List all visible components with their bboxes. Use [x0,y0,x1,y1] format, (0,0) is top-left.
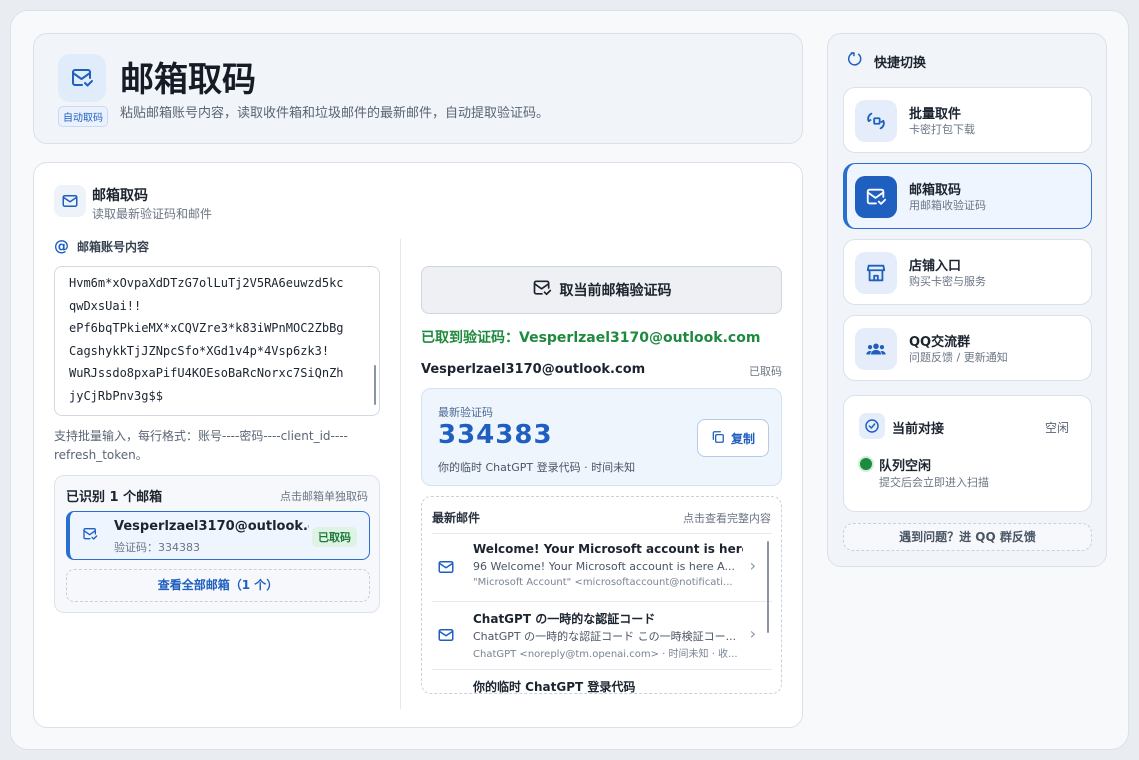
input-hint: 支持批量输入，每行格式：账号----密码----client_id----ref… [54,429,348,462]
mail-check-icon [855,176,897,218]
copy-icon [711,430,725,447]
section-title: 邮箱取码 [92,188,148,204]
input-label: 邮箱账号内容 [77,239,150,254]
sidebar-item-qq-group[interactable]: QQ交流群 问题反馈 / 更新通知 [843,315,1092,381]
mail-icon [54,185,86,217]
store-icon [855,252,897,294]
mail-list-item[interactable]: ChatGPT の一時的な認証コード ChatGPT の一時的な認証コード この… [432,601,772,669]
chevron-right-icon: › [749,624,756,643]
get-code-label: 取当前邮箱验证码 [559,283,672,299]
check-circle-icon [859,413,885,439]
recognized-hint-link: 点击邮箱单独取码 [280,490,368,503]
recognized-mail-item[interactable]: Vesperlzael3170@outlook.com 验证码：334383 已… [66,511,370,560]
quick-switch-sidebar: 快捷切换 批量取件 卡密打包下载 邮箱取码 用邮箱收验证码 店铺入口 购买卡密与… [827,33,1107,567]
mail-from: ChatGPT <noreply@tm.openai.com> · 时间未知 ·… [473,649,738,660]
mail-list-item[interactable]: Welcome! Your Microsoft account is here … [432,533,772,601]
textarea-line: WuRJssdo8pxaPifU4KOEsoBaRcNorxc7SiQnZh [69,366,344,380]
section-subtitle: 读取最新验证码和邮件 [92,207,213,221]
textarea-line: ePf6bqTPkieMX*xCQVZre3*k83iWPnMOC2ZbBg [69,321,344,335]
mail-subject: Welcome! Your Microsoft account is here [473,542,743,556]
page-header: 自动取码 邮箱取码 粘贴邮箱账号内容，读取收件箱和垃圾邮件的最新邮件，自动提取验… [33,33,803,144]
mail-check-icon [82,526,98,546]
sidebar-item-title: QQ交流群 [909,335,971,350]
textarea-line: CagshykkTjJZNpcSfo*XGd1v4p*4Vsp6zk3! [69,343,330,358]
status-dot-icon [858,456,874,472]
queue-status: 队列空闲 [879,459,932,474]
code-description: 你的临时 ChatGPT 登录代码 · 时间未知 [438,461,636,474]
input-label-row: @ 邮箱账号内容 [54,237,149,255]
sidebar-item-mail-code[interactable]: 邮箱取码 用邮箱收验证码 [843,163,1092,229]
textarea-line: Hvm6m*xOvpaXdDTzG7olLuTj2V5RA6euwzd5kc [69,276,344,290]
swap-icon [855,100,897,142]
recognized-panel: 已识别 1 个邮箱 点击邮箱单独取码 Vesperlzael3170@outlo… [54,475,380,613]
sidebar-item-batch-fetch[interactable]: 批量取件 卡密打包下载 [843,87,1092,153]
sidebar-item-title: 批量取件 [909,107,962,122]
sidebar-item-subtitle: 问题反馈 / 更新通知 [909,351,1008,364]
connection-status-card: 当前对接 空闲 队列空闲 提交后会立即进入扫描 [843,395,1092,512]
mail-icon [437,558,455,580]
mail-subject: 你的临时 ChatGPT 登录代码 [473,680,636,694]
recognized-code: 验证码：334383 [114,541,200,554]
refresh-icon [847,50,864,72]
group-icon [855,328,897,370]
latest-mails-title: 最新邮件 [432,511,481,525]
mail-check-icon [532,278,552,302]
sidebar-item-title: 邮箱取码 [909,183,962,198]
sidebar-item-subtitle: 购买卡密与服务 [909,275,986,288]
sidebar-header: 快捷切换 [847,50,927,72]
status-badge: 已取码 [312,527,357,547]
auto-code-badge: 自动取码 [58,106,108,127]
chevron-right-icon: › [749,556,756,575]
feedback-link[interactable]: 遇到问题？进 QQ 群反馈 [843,523,1092,551]
mail-check-icon [58,54,106,102]
success-message: 已取到验证码：Vesperlzael3170@outlook.com [421,330,761,346]
get-code-button[interactable]: 取当前邮箱验证码 [421,266,782,314]
current-status: 已取码 [749,365,782,378]
sidebar-title: 快捷切换 [874,55,927,71]
mail-from: "Microsoft Account" <microsoftaccount@no… [473,577,733,588]
mail-preview: 96 Welcome! Your Microsoft account is he… [473,560,735,573]
textarea-line: qwDxsUai!! [69,298,142,313]
status-title: 当前对接 [892,422,945,437]
recognized-title: 已识别 1 个邮箱 [66,490,163,505]
sidebar-item-title: 店铺入口 [909,259,962,274]
page-subtitle: 粘贴邮箱账号内容，读取收件箱和垃圾邮件的最新邮件，自动提取验证码。 [120,106,550,121]
latest-mails-panel: 最新邮件 点击查看完整内容 Welcome! Your Microsoft ac… [421,496,782,694]
queue-description: 提交后会立即进入扫描 [879,476,989,489]
textarea-scrollbar[interactable] [374,365,376,405]
account-textarea[interactable]: Hvm6m*xOvpaXdDTzG7olLuTj2V5RA6euwzd5kc q… [54,266,380,416]
sidebar-item-store[interactable]: 店铺入口 购买卡密与服务 [843,239,1092,305]
mail-subject: ChatGPT の一時的な認証コード [473,612,656,626]
verification-code: 334383 [438,420,553,450]
code-panel: 最新验证码 334383 你的临时 ChatGPT 登录代码 · 时间未知 复制 [421,388,782,486]
sidebar-item-subtitle: 用邮箱收验证码 [909,199,986,212]
copy-label: 复制 [730,431,755,446]
main-panel: 邮箱取码 读取最新验证码和邮件 @ 邮箱账号内容 Hvm6m*xOvpaXdDT… [33,162,803,728]
copy-button[interactable]: 复制 [697,419,769,457]
at-icon: @ [54,237,69,255]
mail-preview: ChatGPT の一時的な認証コード この一時検証コー... [473,630,737,643]
code-label: 最新验证码 [438,406,493,419]
mail-icon [437,626,455,648]
mail-list-item[interactable]: 你的临时 ChatGPT 登录代码 [432,669,772,694]
status-state: 空闲 [1044,421,1069,435]
recognized-email: Vesperlzael3170@outlook.com [114,519,309,534]
sidebar-item-subtitle: 卡密打包下载 [909,123,975,136]
view-all-mailboxes-button[interactable]: 查看全部邮箱（1 个） [66,569,370,602]
mail-list-scrollbar[interactable] [767,541,769,633]
page-title: 邮箱取码 [120,60,256,100]
current-email: Vesperlzael3170@outlook.com [421,362,646,377]
latest-mails-hint: 点击查看完整内容 [683,512,771,525]
column-divider [400,239,401,709]
textarea-line: jyCjRbPnv3g$$ [69,388,163,403]
